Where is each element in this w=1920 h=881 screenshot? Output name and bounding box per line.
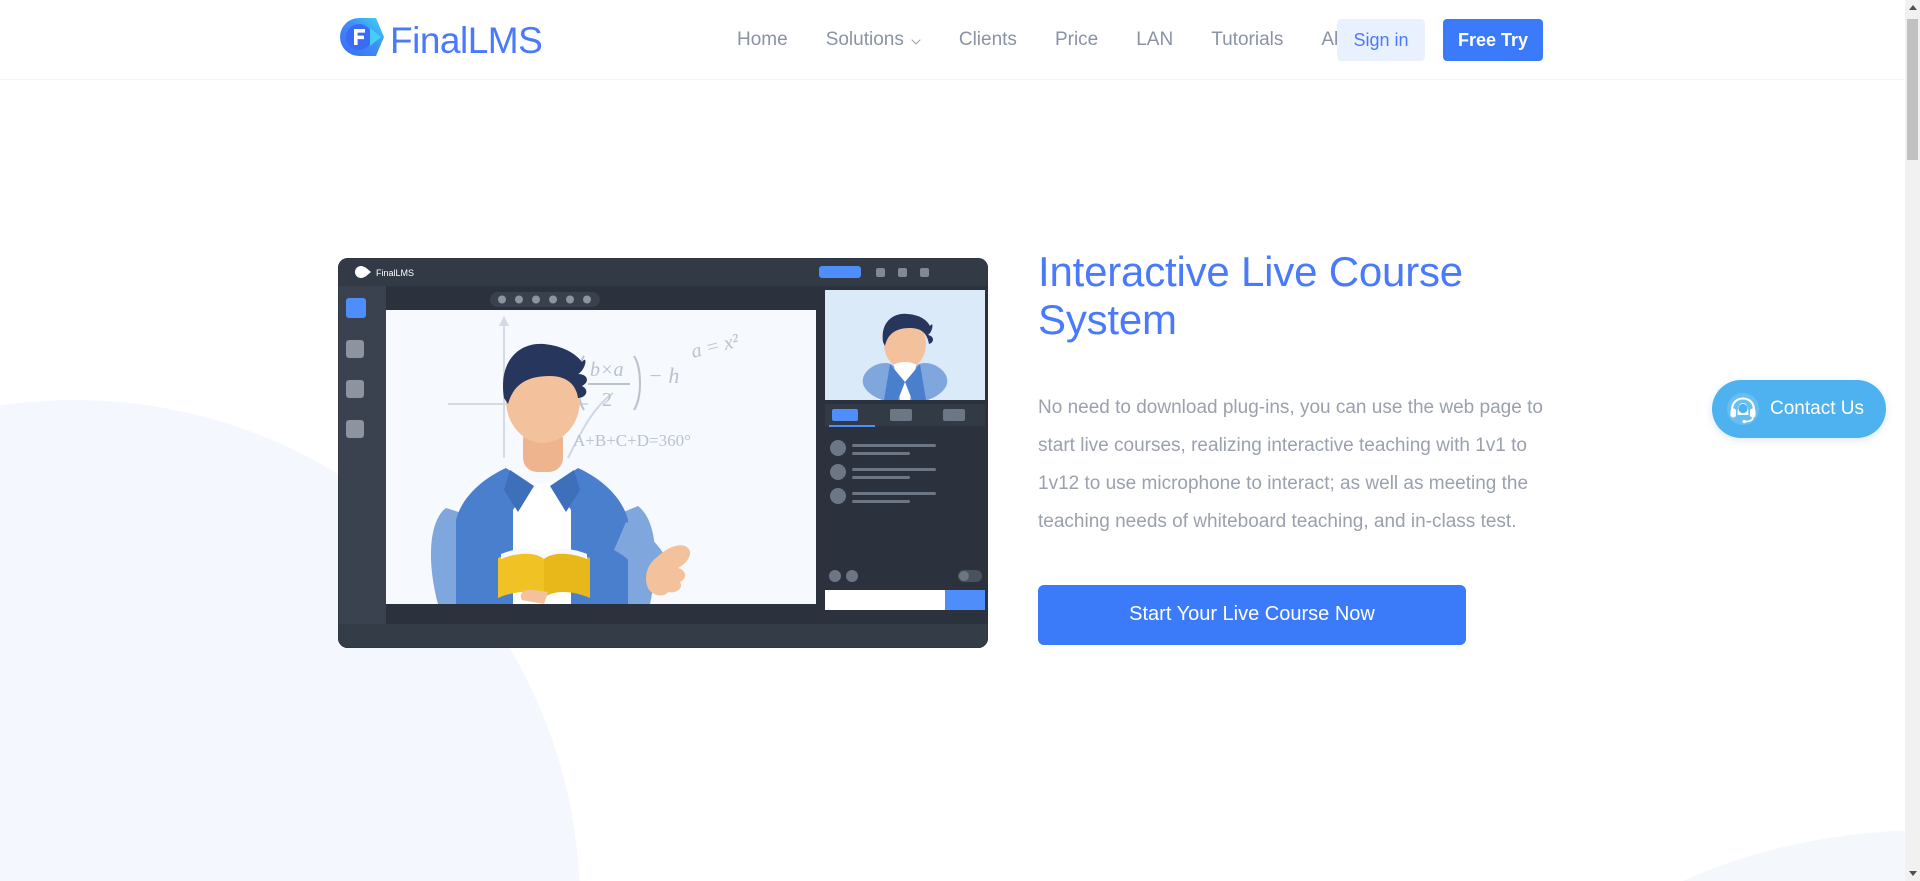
headset-support-icon [1726,392,1760,426]
hero-illustration: FinalLMS b×a 2 − h a = x² A+B+C+D=360° [338,258,988,648]
nav-item-price[interactable]: Price [1036,0,1117,80]
brand-logo[interactable]: FinalLMS [338,14,544,66]
nav-label: LAN [1136,29,1174,50]
nav-label: Home [737,29,788,50]
page-title: Interactive Live Course System [1038,248,1463,344]
nav-label: Price [1054,29,1099,50]
contact-us-widget[interactable]: Contact Us [1712,380,1886,438]
final-lms-logo-icon [338,15,388,65]
scrollbar-thumb[interactable] [1907,19,1918,160]
nav-label: Solutions [825,29,904,50]
nav-label: Tutorials [1211,29,1284,50]
brand-logo-text: FinalLMS [390,19,543,61]
main-navigation: Home Solutions Clients Price LAN Tutoria… [718,0,1390,80]
start-live-course-button[interactable]: Start Your Live Course Now [1038,584,1466,645]
auth-actions: Sign in Free Try [1337,19,1543,61]
contact-us-label: Contact Us [1770,398,1864,419]
svg-text:b×a: b×a [590,359,624,381]
chevron-down-icon [911,35,921,45]
page-root: FinalLMS Home Solutions Clients Price LA… [0,0,1920,881]
vertical-scrollbar[interactable] [1905,0,1920,881]
scroll-down-arrow-icon[interactable] [1905,866,1920,881]
hero-copy: Interactive Live Course System No need t… [1038,248,1598,645]
site-header: FinalLMS Home Solutions Clients Price LA… [0,0,1905,80]
hero-section: FinalLMS b×a 2 − h a = x² A+B+C+D=360° I… [0,80,1905,881]
sign-in-button[interactable]: Sign in [1337,19,1425,61]
free-try-button[interactable]: Free Try [1443,19,1543,61]
svg-text:FinalLMS: FinalLMS [376,268,414,278]
nav-item-home[interactable]: Home [718,0,807,80]
svg-text:− h: − h [648,363,679,388]
scroll-up-arrow-icon[interactable] [1905,0,1920,15]
browser-viewport: FinalLMS Home Solutions Clients Price LA… [0,0,1905,881]
nav-item-solutions[interactable]: Solutions [807,0,940,80]
nav-label: Clients [958,29,1017,50]
svg-text:A+B+C+D=360°: A+B+C+D=360° [573,431,691,450]
svg-text:2: 2 [602,389,612,411]
hero-description: No need to download plug-ins, you can us… [1038,396,1543,532]
nav-item-clients[interactable]: Clients [940,0,1036,80]
nav-item-tutorials[interactable]: Tutorials [1192,0,1302,80]
nav-item-lan[interactable]: LAN [1117,0,1192,80]
